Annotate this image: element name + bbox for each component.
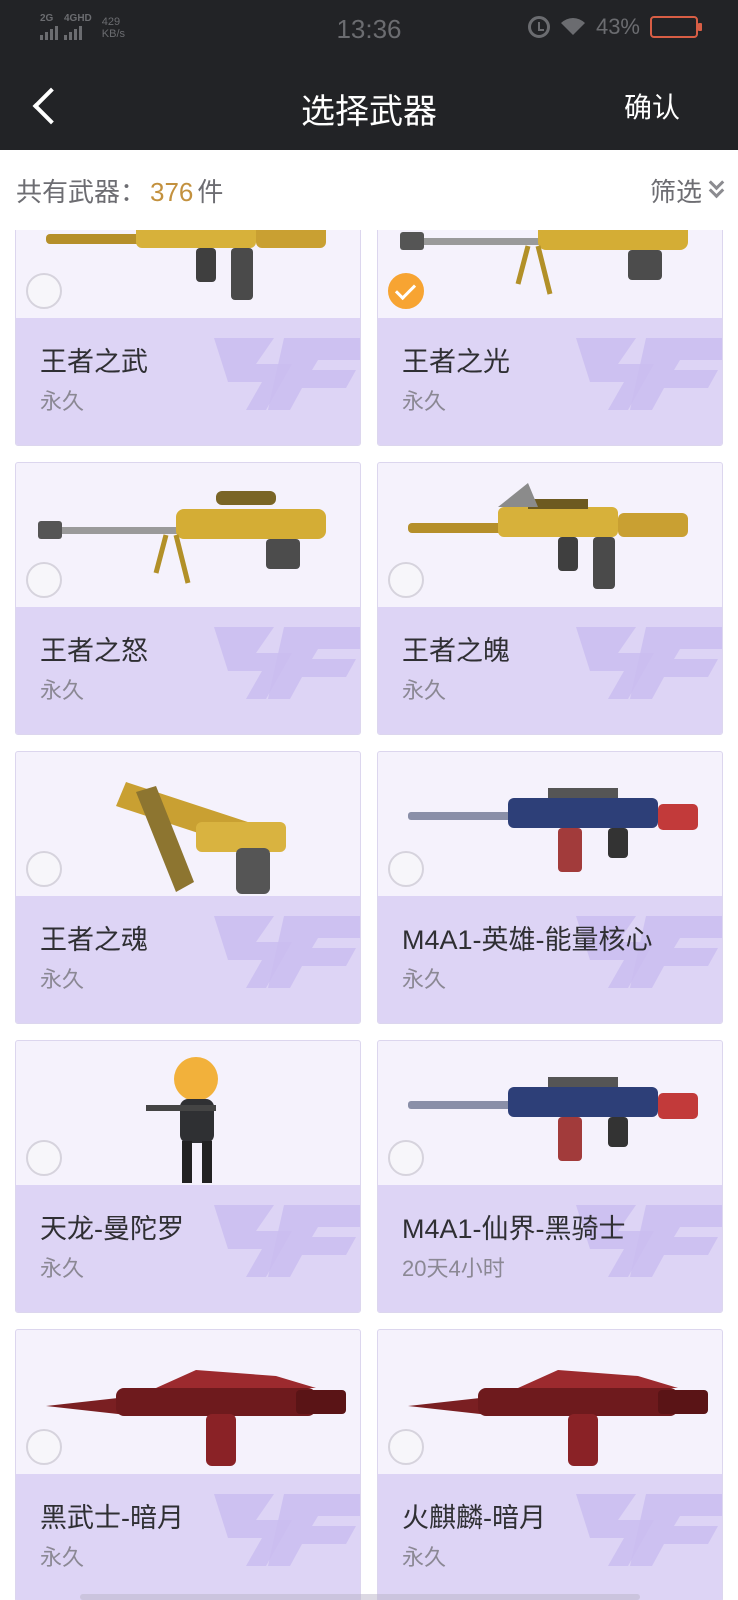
select-radio[interactable]	[26, 1140, 62, 1176]
confirm-button[interactable]: 确认	[624, 86, 680, 126]
red-rifle-icon	[378, 1330, 722, 1474]
weapon-name: 王者之怒	[40, 636, 148, 666]
cf-logo-icon	[214, 338, 360, 410]
weapon-duration: 永久	[402, 967, 447, 992]
weapon-name: 王者之魂	[40, 925, 148, 955]
character-icon	[16, 1041, 360, 1185]
weapon-name: 王者之魄	[402, 636, 510, 666]
weapon-list[interactable]: 王者之武 永久 王者之光 永久 王者之怒 永久 王者之魄 永久 王者之魂 永久 …	[0, 230, 738, 1600]
scroll-indicator	[80, 1594, 640, 1600]
weapon-info: 王者之怒 永久	[16, 607, 360, 734]
count-prefix: 共有武器：	[16, 177, 147, 207]
weapon-card-5[interactable]: 王者之魂 永久	[15, 751, 361, 1024]
weapon-card-4[interactable]: 王者之魄 永久	[377, 462, 723, 735]
weapon-name: M4A1-仙界-黑骑士	[402, 1214, 626, 1244]
cf-logo-icon	[576, 338, 722, 410]
weapon-card-10[interactable]: 火麒麟-暗月 永久	[377, 1329, 723, 1600]
weapon-info: M4A1-英雄-能量核心 永久	[378, 896, 722, 1023]
battery-icon	[650, 16, 702, 38]
weapon-duration: 永久	[40, 1545, 85, 1570]
weapon-duration: 20天4小时	[402, 1256, 505, 1281]
weapon-card-7[interactable]: 天龙-曼陀罗 永久	[15, 1040, 361, 1313]
cf-logo-icon	[576, 627, 722, 699]
gold-sniper-icon	[378, 230, 722, 318]
select-radio[interactable]	[26, 273, 62, 309]
gold-rifle-icon	[16, 230, 360, 318]
weapon-info: 火麒麟-暗月 永久	[378, 1474, 722, 1600]
cf-logo-icon	[214, 627, 360, 699]
wifi-icon	[560, 17, 586, 37]
status-bar: 2G 4GHD 429 KB/s 13:36 43%	[0, 0, 738, 58]
weapon-info: 天龙-曼陀罗 永久	[16, 1185, 360, 1312]
weapon-name: 天龙-曼陀罗	[40, 1214, 184, 1244]
cf-logo-icon	[214, 1494, 360, 1566]
weapon-name: 王者之光	[402, 347, 510, 377]
weapon-info: 王者之魄 永久	[378, 607, 722, 734]
double-chevron-down-icon	[708, 174, 726, 202]
weapon-grid: 王者之武 永久 王者之光 永久 王者之怒 永久 王者之魄 永久 王者之魂 永久 …	[15, 230, 723, 1600]
weapon-duration: 永久	[402, 1545, 447, 1570]
count-number: 376	[150, 177, 194, 207]
weapon-duration: 永久	[40, 389, 85, 414]
cf-logo-icon	[214, 1205, 360, 1277]
blue-rifle-icon	[378, 1041, 722, 1185]
red-rifle-icon	[16, 1330, 360, 1474]
weapon-duration: 永久	[402, 678, 447, 703]
weapon-info: 黑武士-暗月 永久	[16, 1474, 360, 1600]
status-icons: 43%	[527, 14, 702, 40]
weapon-name: 黑武士-暗月	[40, 1503, 184, 1533]
select-radio[interactable]	[26, 1429, 62, 1465]
weapon-card-1[interactable]: 王者之武 永久	[15, 230, 361, 446]
weapon-count: 共有武器： 376 件	[16, 172, 223, 209]
summary-bar: 共有武器： 376 件 筛选	[0, 150, 738, 230]
filter-label: 筛选	[649, 177, 702, 207]
weapon-name: M4A1-英雄-能量核心	[402, 925, 653, 955]
weapon-card-2[interactable]: 王者之光 永久	[377, 230, 723, 446]
count-suffix: 件	[197, 177, 224, 207]
back-button[interactable]	[26, 80, 74, 128]
blue-rifle-icon	[378, 752, 722, 896]
battery-percent: 43%	[595, 14, 640, 39]
weapon-duration: 永久	[402, 389, 447, 414]
gold-sniper-icon	[16, 463, 360, 607]
weapon-card-6[interactable]: M4A1-英雄-能量核心 永久	[377, 751, 723, 1024]
filter-button[interactable]: 筛选	[650, 172, 726, 209]
weapon-duration: 永久	[40, 678, 85, 703]
weapon-info: M4A1-仙界-黑骑士 20天4小时	[378, 1185, 722, 1312]
select-radio-checked[interactable]	[388, 273, 424, 309]
gold-rifle-icon	[378, 463, 722, 607]
weapon-info: 王者之魂 永久	[16, 896, 360, 1023]
alarm-icon	[527, 16, 550, 38]
weapon-duration: 永久	[40, 967, 85, 992]
weapon-info: 王者之武 永久	[16, 318, 360, 445]
select-radio[interactable]	[388, 562, 424, 598]
cf-logo-icon	[576, 1494, 722, 1566]
weapon-name: 火麒麟-暗月	[402, 1503, 546, 1533]
weapon-duration: 永久	[40, 1256, 85, 1281]
select-radio[interactable]	[388, 851, 424, 887]
weapon-name: 王者之武	[40, 347, 148, 377]
select-radio[interactable]	[388, 1140, 424, 1176]
cf-logo-icon	[214, 916, 360, 988]
weapon-card-8[interactable]: M4A1-仙界-黑骑士 20天4小时	[377, 1040, 723, 1313]
select-radio[interactable]	[26, 851, 62, 887]
select-radio[interactable]	[388, 1429, 424, 1465]
select-radio[interactable]	[26, 562, 62, 598]
weapon-info: 王者之光 永久	[378, 318, 722, 445]
nav-bar: 选择武器 确认	[0, 58, 738, 150]
weapon-card-3[interactable]: 王者之怒 永久	[15, 462, 361, 735]
gold-pistol-icon	[16, 752, 360, 896]
weapon-card-9[interactable]: 黑武士-暗月 永久	[15, 1329, 361, 1600]
